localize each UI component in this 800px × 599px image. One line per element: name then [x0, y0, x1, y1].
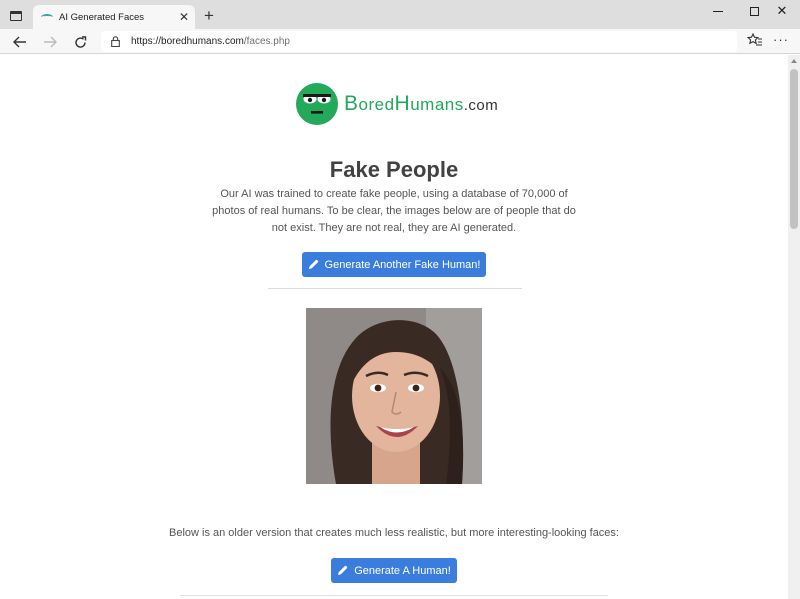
back-button[interactable] — [10, 32, 30, 52]
tab-title: AI Generated Faces — [59, 11, 145, 23]
generate-human-button[interactable]: Generate A Human! — [331, 558, 457, 583]
page-title: Fake People — [329, 157, 459, 182]
generate-fake-human-button[interactable]: Generate Another Fake Human! — [302, 252, 486, 277]
browser-titlebar: AI Generated Faces ✕ + ✕ — [0, 0, 800, 29]
generate-human-label: Generate A Human! — [354, 564, 451, 577]
pencil-icon — [308, 259, 318, 269]
new-tab-button[interactable]: + — [200, 7, 218, 25]
reload-button[interactable] — [70, 32, 90, 52]
browser-tab[interactable]: AI Generated Faces ✕ — [33, 5, 195, 29]
favorites-icon — [746, 32, 762, 46]
back-arrow-icon — [13, 36, 26, 48]
url-path: /faces.php — [243, 36, 290, 47]
more-icon[interactable]: ··· — [770, 33, 792, 51]
scroll-thumb[interactable] — [790, 69, 798, 229]
intro-text: Our AI was trained to create fake people… — [212, 188, 576, 234]
address-bar[interactable]: https://boredhumans.com/faces.php — [101, 31, 737, 52]
older-version-text: Below is an older version that creates m… — [169, 527, 619, 539]
forward-button[interactable] — [40, 32, 60, 52]
logo-wordmark: BoredHumans.com — [344, 92, 499, 115]
site-logo[interactable]: BoredHumans.com — [296, 83, 498, 125]
browser-toolbar: https://boredhumans.com/faces.php ··· — [0, 29, 800, 54]
tab-actions-icon[interactable] — [6, 7, 26, 25]
close-window-button[interactable]: ✕ — [764, 0, 800, 22]
divider — [180, 595, 608, 596]
forward-arrow-icon — [44, 36, 57, 48]
scroll-up-icon[interactable] — [791, 59, 797, 63]
lock-icon[interactable] — [109, 36, 121, 48]
reload-icon — [74, 35, 86, 48]
logo-face-icon — [296, 83, 338, 125]
url-host: https://boredhumans.com — [131, 36, 244, 47]
favorites-button[interactable] — [746, 32, 765, 51]
generated-face-image — [306, 308, 482, 484]
pencil-icon — [338, 565, 348, 575]
divider — [268, 288, 522, 289]
page-viewport: BoredHumans.com Fake People Our AI was t… — [0, 55, 788, 599]
tab-favicon-icon — [41, 14, 53, 20]
vertical-scrollbar[interactable] — [788, 55, 800, 599]
generate-fake-human-label: Generate Another Fake Human! — [324, 258, 481, 271]
tab-close-icon[interactable]: ✕ — [177, 11, 191, 23]
minimize-button[interactable] — [700, 0, 736, 22]
